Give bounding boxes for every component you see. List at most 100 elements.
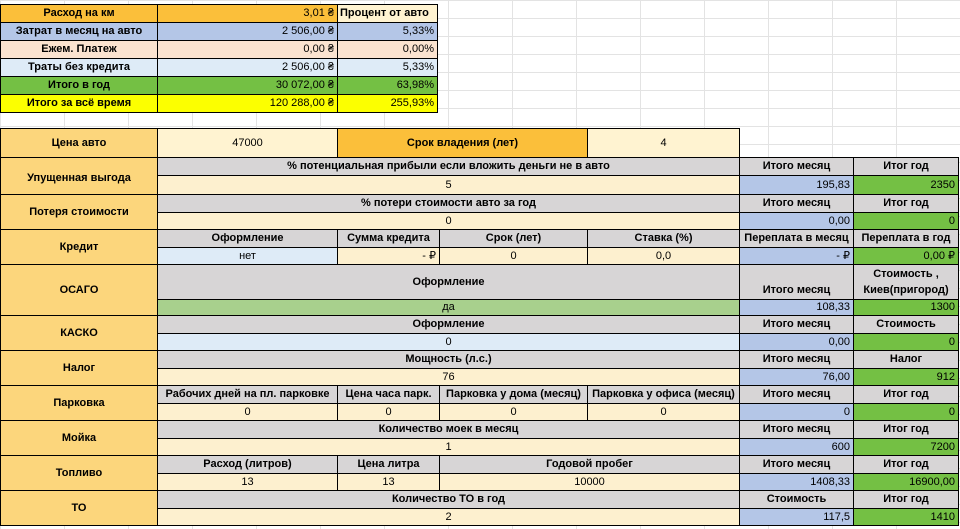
value-credit-overpay-year[interactable]: 0,00 ₽ [853, 247, 959, 265]
header-fuel-month[interactable]: Итого месяц [739, 455, 854, 474]
header-parking-year[interactable]: Итог год [853, 385, 959, 404]
value-credit-amount[interactable]: - ₽ [337, 247, 440, 265]
value-parking-hour-price[interactable]: 0 [337, 403, 440, 421]
value-osago-month[interactable]: 108,33 [739, 299, 854, 316]
row-label-credit[interactable]: Кредит [0, 229, 158, 265]
value-fuel-month[interactable]: 1408,33 [739, 473, 854, 491]
value-depreciation-pct[interactable]: 0 [157, 212, 740, 230]
row-label-osago[interactable]: ОСАГО [0, 264, 158, 316]
value-ownership-term[interactable]: 4 [587, 128, 740, 158]
summary-value-monthly-payment[interactable]: 0,00 ₴ [157, 40, 338, 59]
summary-pct-header[interactable]: Процент от авто [337, 4, 438, 23]
summary-pct-monthly-cost[interactable]: 5,33% [337, 22, 438, 41]
summary-label-monthly-payment[interactable]: Ежем. Платеж [0, 40, 158, 59]
header-credit-overpay-year[interactable]: Переплата в год [853, 229, 959, 248]
header-osago-month[interactable]: Итого месяц [739, 264, 854, 300]
value-service-cost[interactable]: 117,5 [739, 508, 854, 526]
value-fuel-mileage[interactable]: 10000 [439, 473, 740, 491]
value-service-year[interactable]: 1410 [853, 508, 959, 526]
value-car-price[interactable]: 47000 [157, 128, 338, 158]
value-lost-profit-pct[interactable]: 5 [157, 175, 740, 195]
header-credit-term[interactable]: Срок (лет) [439, 229, 588, 248]
header-service-cost[interactable]: Стоимость [739, 490, 854, 509]
label-ownership-term[interactable]: Срок владения (лет) [337, 128, 588, 158]
value-parking-home[interactable]: 0 [439, 403, 588, 421]
row-label-wash[interactable]: Мойка [0, 420, 158, 456]
value-tax-month[interactable]: 76,00 [739, 368, 854, 386]
value-osago-registration[interactable]: да [157, 299, 740, 316]
header-fuel-consumption[interactable]: Расход (литров) [157, 455, 338, 474]
header-credit-registration[interactable]: Оформление [157, 229, 338, 248]
row-label-service[interactable]: ТО [0, 490, 158, 526]
header-kasko-registration[interactable]: Оформление [157, 315, 740, 334]
row-label-tax[interactable]: Налог [0, 350, 158, 386]
value-fuel-price[interactable]: 13 [337, 473, 440, 491]
header-tax-month[interactable]: Итого месяц [739, 350, 854, 369]
value-parking-office[interactable]: 0 [587, 403, 740, 421]
value-depreciation-month[interactable]: 0,00 [739, 212, 854, 230]
value-lost-profit-year[interactable]: 2350 [853, 175, 959, 195]
header-kasko-cost[interactable]: Стоимость [853, 315, 959, 334]
row-label-parking[interactable]: Парковка [0, 385, 158, 421]
value-kasko-month[interactable]: 0,00 [739, 333, 854, 351]
summary-pct-no-credit[interactable]: 5,33% [337, 58, 438, 77]
header-parking-home[interactable]: Парковка у дома (месяц) [439, 385, 588, 404]
value-parking-year[interactable]: 0 [853, 403, 959, 421]
summary-pct-all-time[interactable]: 255,93% [337, 94, 438, 113]
value-credit-overpay-month[interactable]: - ₽ [739, 247, 854, 265]
value-kasko-registration[interactable]: 0 [157, 333, 740, 351]
summary-value-no-credit[interactable]: 2 506,00 ₴ [157, 58, 338, 77]
value-tax-year[interactable]: 912 [853, 368, 959, 386]
summary-pct-yearly-total[interactable]: 63,98% [337, 76, 438, 95]
value-wash-year[interactable]: 7200 [853, 438, 959, 456]
header-fuel-price[interactable]: Цена литра [337, 455, 440, 474]
header-parking-hour-price[interactable]: Цена часа парк. [337, 385, 440, 404]
header-depreciation-pct[interactable]: % потери стоимости авто за год [157, 194, 740, 213]
value-service-count[interactable]: 2 [157, 508, 740, 526]
header-parking-office[interactable]: Парковка у офиса (месяц) [587, 385, 740, 404]
value-depreciation-year[interactable]: 0 [853, 212, 959, 230]
header-fuel-mileage[interactable]: Годовой пробег [439, 455, 740, 474]
header-tax-year[interactable]: Налог [853, 350, 959, 369]
header-kasko-month[interactable]: Итого месяц [739, 315, 854, 334]
header-wash-year[interactable]: Итог год [853, 420, 959, 439]
value-credit-rate[interactable]: 0,0 [587, 247, 740, 265]
value-fuel-year[interactable]: 16900,00 [853, 473, 959, 491]
header-depreciation-year[interactable]: Итог год [853, 194, 959, 213]
header-parking-month[interactable]: Итого месяц [739, 385, 854, 404]
header-service-count[interactable]: Количество ТО в год [157, 490, 740, 509]
label-car-price[interactable]: Цена авто [0, 128, 158, 158]
value-parking-days[interactable]: 0 [157, 403, 338, 421]
value-tax-power[interactable]: 76 [157, 368, 740, 386]
value-parking-month[interactable]: 0 [739, 403, 854, 421]
summary-label-monthly-cost[interactable]: Затрат в месяц на авто [0, 22, 158, 41]
header-osago-cost[interactable]: Стоимость , Киев(пригород) [853, 264, 959, 300]
summary-value-all-time[interactable]: 120 288,00 ₴ [157, 94, 338, 113]
value-wash-month[interactable]: 600 [739, 438, 854, 456]
summary-label-no-credit[interactable]: Траты без кредита [0, 58, 158, 77]
header-lost-profit-pct[interactable]: % потенциальная прибыли если вложить ден… [157, 157, 740, 176]
value-osago-cost[interactable]: 1300 [853, 299, 959, 316]
value-lost-profit-month[interactable]: 195,83 [739, 175, 854, 195]
header-credit-rate[interactable]: Ставка (%) [587, 229, 740, 248]
header-wash-count[interactable]: Количество моек в месяц [157, 420, 740, 439]
value-credit-registration[interactable]: нет [157, 247, 338, 265]
row-label-lost-profit[interactable]: Упущенная выгода [0, 157, 158, 199]
header-service-year[interactable]: Итог год [853, 490, 959, 509]
summary-value-yearly-total[interactable]: 30 072,00 ₴ [157, 76, 338, 95]
value-credit-term[interactable]: 0 [439, 247, 588, 265]
header-depreciation-month[interactable]: Итого месяц [739, 194, 854, 213]
header-tax-power[interactable]: Мощность (л.с.) [157, 350, 740, 369]
header-osago-registration[interactable]: Оформление [157, 264, 740, 300]
value-fuel-consumption[interactable]: 13 [157, 473, 338, 491]
row-label-kasko[interactable]: КАСКО [0, 315, 158, 351]
summary-pct-monthly-payment[interactable]: 0,00% [337, 40, 438, 59]
header-lost-profit-year[interactable]: Итог год [853, 157, 959, 176]
header-lost-profit-month[interactable]: Итого месяц [739, 157, 854, 176]
summary-label-all-time[interactable]: Итого за всё время [0, 94, 158, 113]
summary-value-monthly-cost[interactable]: 2 506,00 ₴ [157, 22, 338, 41]
row-label-fuel[interactable]: Топливо [0, 455, 158, 491]
summary-value-cost-per-km[interactable]: 3,01 ₴ [157, 4, 338, 23]
header-credit-amount[interactable]: Сумма кредита [337, 229, 440, 248]
value-wash-count[interactable]: 1 [157, 438, 740, 456]
